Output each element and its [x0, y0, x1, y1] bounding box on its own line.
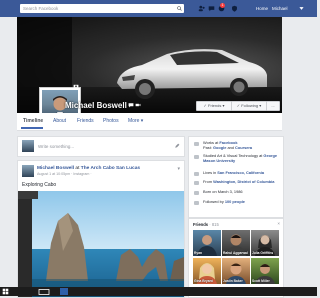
friends-count: · 815 [209, 222, 219, 227]
post-author-name[interactable]: Michael Boswell [37, 166, 74, 171]
intro-from: From Washington, District of Columbia [194, 179, 289, 185]
windows-start-icon[interactable] [2, 288, 9, 295]
friends-heading[interactable]: Friends · 815 [193, 222, 219, 227]
tab-more[interactable]: More ▾ [128, 118, 143, 124]
location-pin-icon [194, 180, 199, 185]
friend-name: Scott Miller [252, 279, 270, 283]
profile-tab-bar: Timeline About Friends Photos More ▾ [17, 113, 282, 131]
top-navigation-bar: Search Facebook 1 Home Michael [0, 0, 317, 17]
friend-tile[interactable]: Scott Miller [251, 258, 279, 284]
nav-user-link[interactable]: Michael [272, 6, 288, 11]
chevron-down-icon: ▾ [258, 103, 262, 108]
notification-badge: 1 [220, 3, 225, 8]
intro-work: Works at Facebook Past: Google and Cours… [194, 140, 289, 150]
more-options-button[interactable]: ... [266, 101, 280, 111]
friend-name: Justin Baker [223, 279, 243, 283]
task-view-icon[interactable] [38, 288, 50, 295]
search-placeholder: Search Facebook [23, 5, 59, 11]
search-icon[interactable] [177, 5, 182, 11]
post-place-link[interactable]: The Arch Cabo San Lucas [81, 166, 140, 171]
chevron-down-icon[interactable] [298, 5, 305, 12]
intro-followers: Followed by 100 people [194, 199, 289, 205]
profile-name[interactable]: Michael Boswell [65, 101, 127, 110]
lives-in-link[interactable]: San Francisco, California [217, 170, 264, 175]
home-icon [194, 171, 199, 176]
following-button[interactable]: ✓ Following ▾ [231, 101, 267, 111]
friend-requests-icon[interactable] [198, 5, 205, 12]
nav-home-link[interactable]: Home [256, 6, 268, 11]
composer-avatar [22, 140, 34, 152]
friend-name: Rahul Aggarwal [223, 251, 248, 255]
rss-icon [194, 200, 199, 205]
post-meta: August 1 at 10:05pm · Instagram · [37, 172, 92, 176]
cover-photo[interactable] [17, 17, 282, 113]
browser-app-icon[interactable] [60, 288, 68, 295]
friends-button[interactable]: ✓ Friends ▾ [196, 101, 232, 111]
os-taskbar [0, 287, 317, 296]
message-bubble-icon[interactable] [128, 102, 134, 108]
friend-tile[interactable]: Gina Bryant [193, 258, 221, 284]
graduation-cap-icon [194, 154, 199, 159]
past-work-link-2[interactable]: Coursera [235, 145, 252, 150]
chevron-down-icon: ▾ [221, 103, 225, 108]
chevron-down-icon[interactable]: ▾ [177, 166, 180, 172]
intro-lives-in: Lives in San Francisco, California [194, 170, 289, 176]
messages-icon[interactable] [208, 5, 215, 12]
friend-name: Gina Bryant [194, 279, 213, 283]
timeline-post: Michael Boswell at The Arch Cabo San Luc… [17, 160, 185, 298]
post-connector: at [75, 166, 80, 171]
tab-timeline[interactable]: Timeline [23, 118, 43, 124]
intro-education: Studied Art & Visual Technology at Georg… [194, 153, 289, 163]
friend-tile[interactable]: Rahul Aggarwal [222, 230, 250, 256]
hometown-link[interactable]: Washington, District of Columbia [213, 179, 274, 184]
followers-link[interactable]: 100 people [225, 199, 245, 204]
past-work-link-1[interactable]: Google [213, 145, 226, 150]
tab-friends[interactable]: Friends [77, 118, 94, 124]
post-header: Michael Boswell at The Arch Cabo San Luc… [37, 166, 140, 171]
post-composer[interactable]: Write something... [17, 136, 185, 157]
active-tab-indicator [21, 127, 43, 129]
friend-name: Ryan [194, 251, 203, 255]
intro-card: Works at Facebook Past: Google and Cours… [188, 136, 284, 218]
privacy-shortcuts-icon[interactable] [231, 5, 238, 12]
tab-more-label: More [128, 118, 140, 124]
tab-about[interactable]: About [53, 118, 66, 124]
search-input[interactable]: Search Facebook [20, 4, 184, 13]
birthday-cake-icon [194, 190, 199, 195]
pencil-icon[interactable] [174, 143, 180, 149]
landscape-image [18, 191, 184, 297]
video-camera-icon[interactable] [135, 102, 141, 108]
tab-photos[interactable]: Photos [103, 118, 119, 124]
friend-tile[interactable]: Julia Griffiths [251, 230, 279, 256]
friends-button-label: Friends [208, 103, 222, 108]
close-icon[interactable]: × [277, 221, 280, 226]
post-text: Exploring Cabo [22, 182, 57, 188]
briefcase-icon [194, 141, 199, 146]
post-author-avatar[interactable] [22, 165, 34, 177]
friends-card: Friends · 815 × Ryan Rahul Aggarwal Juli… [188, 218, 284, 298]
composer-placeholder: Write something... [38, 144, 75, 149]
following-button-label: Following [241, 103, 259, 108]
intro-birthday: Born on March 3, 1986 [194, 189, 289, 195]
friend-name: Julia Griffiths [252, 251, 274, 255]
friend-tile[interactable]: Ryan [193, 230, 221, 256]
friend-tile[interactable]: Justin Baker [222, 258, 250, 284]
camera-icon[interactable] [73, 83, 79, 89]
post-photo[interactable] [18, 191, 184, 297]
